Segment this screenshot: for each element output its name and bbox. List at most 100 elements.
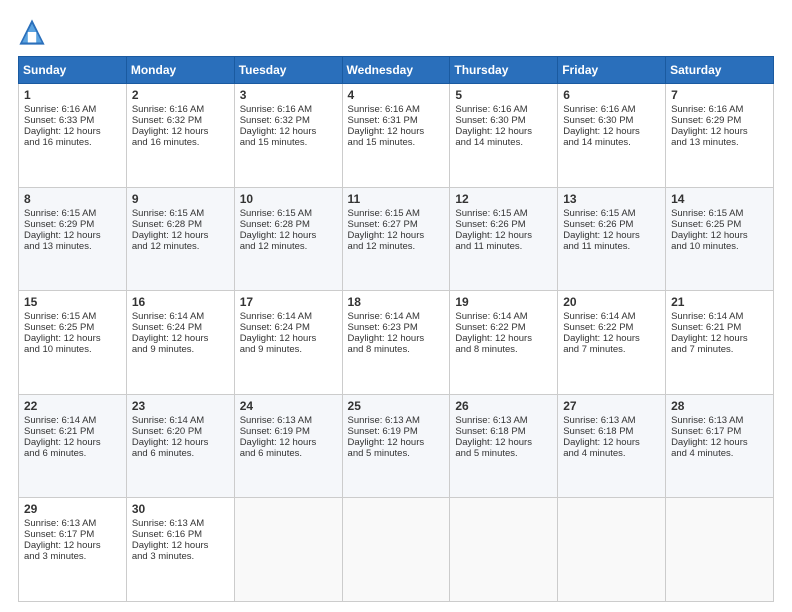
day-cell-26: 26Sunrise: 6:13 AMSunset: 6:18 PMDayligh… [450, 394, 558, 498]
day-info-line: Daylight: 12 hours [132, 540, 230, 551]
day-number: 11 [348, 192, 446, 206]
day-cell-7: 7Sunrise: 6:16 AMSunset: 6:29 PMDaylight… [666, 84, 774, 188]
day-cell-13: 13Sunrise: 6:15 AMSunset: 6:26 PMDayligh… [558, 187, 666, 291]
day-number: 25 [348, 399, 446, 413]
day-info-line: Daylight: 12 hours [348, 126, 446, 137]
day-info-line: Daylight: 12 hours [24, 126, 122, 137]
empty-cell [234, 498, 342, 602]
day-info-line: and 5 minutes. [348, 448, 446, 459]
day-info-line: Sunrise: 6:15 AM [132, 208, 230, 219]
day-info-line: and 15 minutes. [348, 137, 446, 148]
day-info-line: Sunset: 6:27 PM [348, 219, 446, 230]
day-info-line: and 10 minutes. [671, 241, 769, 252]
day-info-line: Sunset: 6:25 PM [671, 219, 769, 230]
day-info-line: Sunrise: 6:14 AM [671, 311, 769, 322]
day-info-line: Sunset: 6:29 PM [671, 115, 769, 126]
day-info-line: and 16 minutes. [132, 137, 230, 148]
day-info-line: Sunset: 6:28 PM [240, 219, 338, 230]
day-number: 16 [132, 295, 230, 309]
day-header-thursday: Thursday [450, 57, 558, 84]
day-number: 30 [132, 502, 230, 516]
calendar-week-1: 1Sunrise: 6:16 AMSunset: 6:33 PMDaylight… [19, 84, 774, 188]
day-info-line: Sunrise: 6:15 AM [563, 208, 661, 219]
day-number: 21 [671, 295, 769, 309]
day-cell-10: 10Sunrise: 6:15 AMSunset: 6:28 PMDayligh… [234, 187, 342, 291]
day-info-line: Daylight: 12 hours [455, 333, 553, 344]
day-number: 12 [455, 192, 553, 206]
day-info-line: Daylight: 12 hours [132, 437, 230, 448]
day-info-line: Sunrise: 6:13 AM [563, 415, 661, 426]
day-info-line: Sunrise: 6:14 AM [132, 415, 230, 426]
day-info-line: Sunrise: 6:16 AM [132, 104, 230, 115]
day-info-line: and 14 minutes. [455, 137, 553, 148]
day-cell-24: 24Sunrise: 6:13 AMSunset: 6:19 PMDayligh… [234, 394, 342, 498]
day-info-line: Daylight: 12 hours [455, 437, 553, 448]
day-info-line: Sunrise: 6:13 AM [455, 415, 553, 426]
day-info-line: Daylight: 12 hours [671, 230, 769, 241]
day-info-line: Sunset: 6:24 PM [132, 322, 230, 333]
day-info-line: and 3 minutes. [132, 551, 230, 562]
day-info-line: Daylight: 12 hours [348, 333, 446, 344]
day-info-line: Daylight: 12 hours [671, 126, 769, 137]
day-info-line: Sunset: 6:16 PM [132, 529, 230, 540]
day-info-line: Sunset: 6:17 PM [24, 529, 122, 540]
day-info-line: Sunset: 6:32 PM [132, 115, 230, 126]
day-number: 19 [455, 295, 553, 309]
day-cell-14: 14 Sunrise: 6:15 AMSunset: 6:25 PMDayligh… [666, 187, 774, 291]
day-cell-16: 16Sunrise: 6:14 AMSunset: 6:24 PMDayligh… [126, 291, 234, 395]
day-number: 6 [563, 88, 661, 102]
day-info-line: and 10 minutes. [24, 344, 122, 355]
day-info-line: Daylight: 12 hours [455, 126, 553, 137]
day-info-line: and 6 minutes. [132, 448, 230, 459]
day-info-line: Sunrise: 6:15 AM [671, 208, 769, 219]
day-info-line: Sunrise: 6:16 AM [348, 104, 446, 115]
day-header-saturday: Saturday [666, 57, 774, 84]
day-number: 10 [240, 192, 338, 206]
day-number: 15 [24, 295, 122, 309]
day-info-line: Sunrise: 6:14 AM [455, 311, 553, 322]
day-info-line: and 9 minutes. [240, 344, 338, 355]
day-cell-3: 3Sunrise: 6:16 AMSunset: 6:32 PMDaylight… [234, 84, 342, 188]
day-info-line: and 13 minutes. [24, 241, 122, 252]
day-number: 4 [348, 88, 446, 102]
day-info-line: Daylight: 12 hours [348, 230, 446, 241]
day-info-line: Sunset: 6:26 PM [455, 219, 553, 230]
day-info-line: Daylight: 12 hours [132, 230, 230, 241]
day-cell-25: 25Sunrise: 6:13 AMSunset: 6:19 PMDayligh… [342, 394, 450, 498]
day-info-line: and 9 minutes. [132, 344, 230, 355]
day-info-line: Daylight: 12 hours [132, 126, 230, 137]
day-info-line: Sunset: 6:30 PM [455, 115, 553, 126]
day-info-line: and 12 minutes. [240, 241, 338, 252]
day-info-line: and 16 minutes. [24, 137, 122, 148]
day-info-line: Daylight: 12 hours [240, 126, 338, 137]
day-info-line: Sunset: 6:19 PM [240, 426, 338, 437]
day-number: 8 [24, 192, 122, 206]
day-cell-5: 5Sunrise: 6:16 AMSunset: 6:30 PMDaylight… [450, 84, 558, 188]
day-info-line: and 6 minutes. [240, 448, 338, 459]
day-info-line: and 15 minutes. [240, 137, 338, 148]
day-info-line: and 12 minutes. [348, 241, 446, 252]
day-info-line: Sunset: 6:31 PM [348, 115, 446, 126]
day-info-line: Sunrise: 6:14 AM [132, 311, 230, 322]
day-info-line: Daylight: 12 hours [563, 126, 661, 137]
day-cell-17: 17Sunrise: 6:14 AMSunset: 6:24 PMDayligh… [234, 291, 342, 395]
day-number: 5 [455, 88, 553, 102]
day-info-line: Daylight: 12 hours [24, 437, 122, 448]
logo-icon [18, 18, 46, 46]
calendar-table: SundayMondayTuesdayWednesdayThursdayFrid… [18, 56, 774, 602]
day-info-line: Sunrise: 6:14 AM [563, 311, 661, 322]
day-info-line: Sunset: 6:20 PM [132, 426, 230, 437]
day-info-line: Daylight: 12 hours [240, 230, 338, 241]
day-number: 14 [671, 192, 769, 206]
day-number: 18 [348, 295, 446, 309]
day-number: 27 [563, 399, 661, 413]
day-info-line: and 11 minutes. [455, 241, 553, 252]
day-info-line: Sunset: 6:23 PM [348, 322, 446, 333]
day-number: 17 [240, 295, 338, 309]
day-number: 23 [132, 399, 230, 413]
day-info-line: and 13 minutes. [671, 137, 769, 148]
day-info-line: and 6 minutes. [24, 448, 122, 459]
day-info-line: Sunrise: 6:14 AM [240, 311, 338, 322]
day-info-line: Daylight: 12 hours [563, 230, 661, 241]
day-info-line: and 14 minutes. [563, 137, 661, 148]
